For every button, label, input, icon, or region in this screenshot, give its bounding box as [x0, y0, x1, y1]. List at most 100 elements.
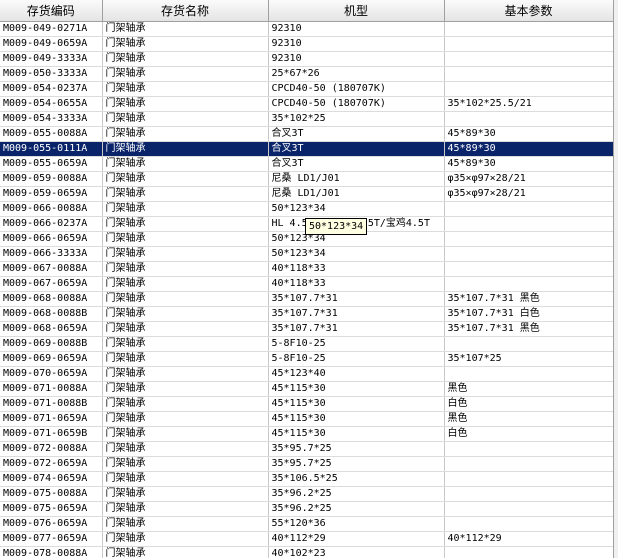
column-header-name[interactable]: 存货名称 — [102, 0, 269, 22]
cell-name[interactable]: 门架轴承 — [102, 531, 269, 547]
cell-name[interactable]: 门架轴承 — [102, 66, 269, 82]
cell-params[interactable]: 35*107*25 — [444, 351, 614, 367]
cell-name[interactable]: 门架轴承 — [102, 261, 269, 277]
table-row[interactable]: M009-075-0088A 门架轴承 35*96.2*25 — [0, 486, 614, 502]
cell-name[interactable]: 门架轴承 — [102, 111, 269, 127]
cell-name[interactable]: 门架轴承 — [102, 21, 269, 37]
cell-name[interactable]: 门架轴承 — [102, 336, 269, 352]
cell-model[interactable]: 35*96.2*25 — [268, 501, 445, 517]
cell-code[interactable]: M009-077-0659A — [0, 531, 103, 547]
cell-model[interactable]: 35*107.7*31 — [268, 321, 445, 337]
cell-model[interactable]: 40*118*33 — [268, 276, 445, 292]
cell-params[interactable]: 35*107.7*31 黑色 — [444, 321, 614, 337]
table-row[interactable]: M009-054-3333A 门架轴承 35*102*25 — [0, 111, 614, 127]
cell-code[interactable]: M009-066-3333A — [0, 246, 103, 262]
cell-code[interactable]: M009-069-0659A — [0, 351, 103, 367]
cell-name[interactable]: 门架轴承 — [102, 351, 269, 367]
cell-code[interactable]: M009-055-0659A — [0, 156, 103, 172]
table-row[interactable]: M009-067-0659A 门架轴承 40*118*33 — [0, 276, 614, 292]
cell-code[interactable]: M009-072-0088A — [0, 441, 103, 457]
column-header-code[interactable]: 存货编码 — [0, 0, 103, 22]
cell-code[interactable]: M009-059-0659A — [0, 186, 103, 202]
cell-name[interactable]: 门架轴承 — [102, 471, 269, 487]
cell-code[interactable]: M009-054-3333A — [0, 111, 103, 127]
cell-name[interactable]: 门架轴承 — [102, 186, 269, 202]
table-row[interactable]: M009-066-3333A 门架轴承 50*123*34 — [0, 246, 614, 262]
cell-model[interactable]: 合叉3T — [268, 141, 445, 157]
cell-code[interactable]: M009-074-0659A — [0, 471, 103, 487]
cell-model[interactable]: 92310 — [268, 51, 445, 67]
table-row[interactable]: M009-059-0659A 门架轴承 尼桑 LD1/J01 φ35×φ97×28/2… — [0, 186, 614, 202]
cell-params[interactable]: 35*107.7*31 白色 — [444, 306, 614, 322]
cell-code[interactable]: M009-069-0088B — [0, 336, 103, 352]
cell-model[interactable]: 35*95.7*25 — [268, 441, 445, 457]
cell-name[interactable]: 门架轴承 — [102, 231, 269, 247]
table-row[interactable]: M009-055-0659A 门架轴承 合叉3T 45*89*30 — [0, 156, 614, 172]
table-row[interactable]: M009-066-0088A 门架轴承 50*123*34 — [0, 201, 614, 217]
cell-model[interactable]: CPCD40-50 (180707K) — [268, 81, 445, 97]
cell-params[interactable]: 35*102*25.5/21 — [444, 96, 614, 112]
table-row[interactable]: M009-067-0088A 门架轴承 40*118*33 — [0, 261, 614, 277]
cell-model[interactable]: 35*96.2*25 — [268, 486, 445, 502]
cell-params[interactable]: 45*89*30 — [444, 126, 614, 142]
cell-code[interactable]: M009-067-0659A — [0, 276, 103, 292]
cell-model[interactable]: 40*112*29 — [268, 531, 445, 547]
cell-code[interactable]: M009-054-0655A — [0, 96, 103, 112]
table-row[interactable]: M009-069-0659A 门架轴承 5-8F10-25 35*107*25 — [0, 351, 614, 367]
cell-params[interactable]: 35*107.7*31 黑色 — [444, 291, 614, 307]
cell-model[interactable]: 55*120*36 — [268, 516, 445, 532]
cell-model[interactable]: 35*95.7*25 — [268, 456, 445, 472]
cell-code[interactable]: M009-068-0659A — [0, 321, 103, 337]
cell-params[interactable] — [444, 81, 614, 97]
cell-name[interactable]: 门架轴承 — [102, 276, 269, 292]
cell-code[interactable]: M009-050-3333A — [0, 66, 103, 82]
cell-code[interactable]: M009-054-0237A — [0, 81, 103, 97]
cell-code[interactable]: M009-066-0088A — [0, 201, 103, 217]
cell-code[interactable]: M009-078-0088A — [0, 546, 103, 558]
cell-model[interactable]: 5-8F10-25 — [268, 336, 445, 352]
cell-name[interactable]: 门架轴承 — [102, 81, 269, 97]
table-row[interactable]: M009-049-0659A 门架轴承 92310 — [0, 36, 614, 52]
cell-params[interactable]: 45*89*30 — [444, 141, 614, 157]
table-row[interactable]: M009-070-0659A 门架轴承 45*123*40 — [0, 366, 614, 382]
cell-params[interactable] — [444, 471, 614, 487]
cell-model[interactable]: 40*118*33 — [268, 261, 445, 277]
cell-name[interactable]: 门架轴承 — [102, 441, 269, 457]
cell-model[interactable]: 合叉3T — [268, 126, 445, 142]
cell-params[interactable]: 45*89*30 — [444, 156, 614, 172]
table-row[interactable]: M009-054-0237A 门架轴承 CPCD40-50 (180707K) — [0, 81, 614, 97]
table-row[interactable]: M009-071-0088B 门架轴承 45*115*30 白色 — [0, 396, 614, 412]
cell-code[interactable]: M009-071-0659A — [0, 411, 103, 427]
cell-params[interactable] — [444, 201, 614, 217]
cell-code[interactable]: M009-070-0659A — [0, 366, 103, 382]
cell-name[interactable]: 门架轴承 — [102, 291, 269, 307]
cell-code[interactable]: M009-055-0111A — [0, 141, 103, 157]
cell-code[interactable]: M009-059-0088A — [0, 171, 103, 187]
cell-params[interactable] — [444, 36, 614, 52]
cell-name[interactable]: 门架轴承 — [102, 366, 269, 382]
cell-params[interactable]: 黑色 — [444, 411, 614, 427]
cell-params[interactable] — [444, 66, 614, 82]
cell-model[interactable]: 92310 — [268, 21, 445, 37]
cell-params[interactable] — [444, 21, 614, 37]
cell-model[interactable]: 合叉3T — [268, 156, 445, 172]
cell-name[interactable]: 门架轴承 — [102, 321, 269, 337]
cell-params[interactable] — [444, 546, 614, 558]
table-row[interactable]: M009-072-0088A 门架轴承 35*95.7*25 — [0, 441, 614, 457]
cell-name[interactable]: 门架轴承 — [102, 141, 269, 157]
cell-code[interactable]: M009-067-0088A — [0, 261, 103, 277]
cell-name[interactable]: 门架轴承 — [102, 426, 269, 442]
cell-model[interactable]: 45*115*30 — [268, 411, 445, 427]
cell-name[interactable]: 门架轴承 — [102, 411, 269, 427]
cell-name[interactable]: 门架轴承 — [102, 396, 269, 412]
table-row[interactable]: M009-071-0659B 门架轴承 45*115*30 白色 — [0, 426, 614, 442]
cell-name[interactable]: 门架轴承 — [102, 126, 269, 142]
cell-name[interactable]: 门架轴承 — [102, 216, 269, 232]
cell-name[interactable]: 门架轴承 — [102, 51, 269, 67]
cell-params[interactable]: 白色 — [444, 396, 614, 412]
cell-name[interactable]: 门架轴承 — [102, 486, 269, 502]
cell-name[interactable]: 门架轴承 — [102, 501, 269, 517]
cell-name[interactable]: 门架轴承 — [102, 96, 269, 112]
cell-params[interactable] — [444, 336, 614, 352]
cell-model[interactable]: 50*123*34 — [268, 246, 445, 262]
